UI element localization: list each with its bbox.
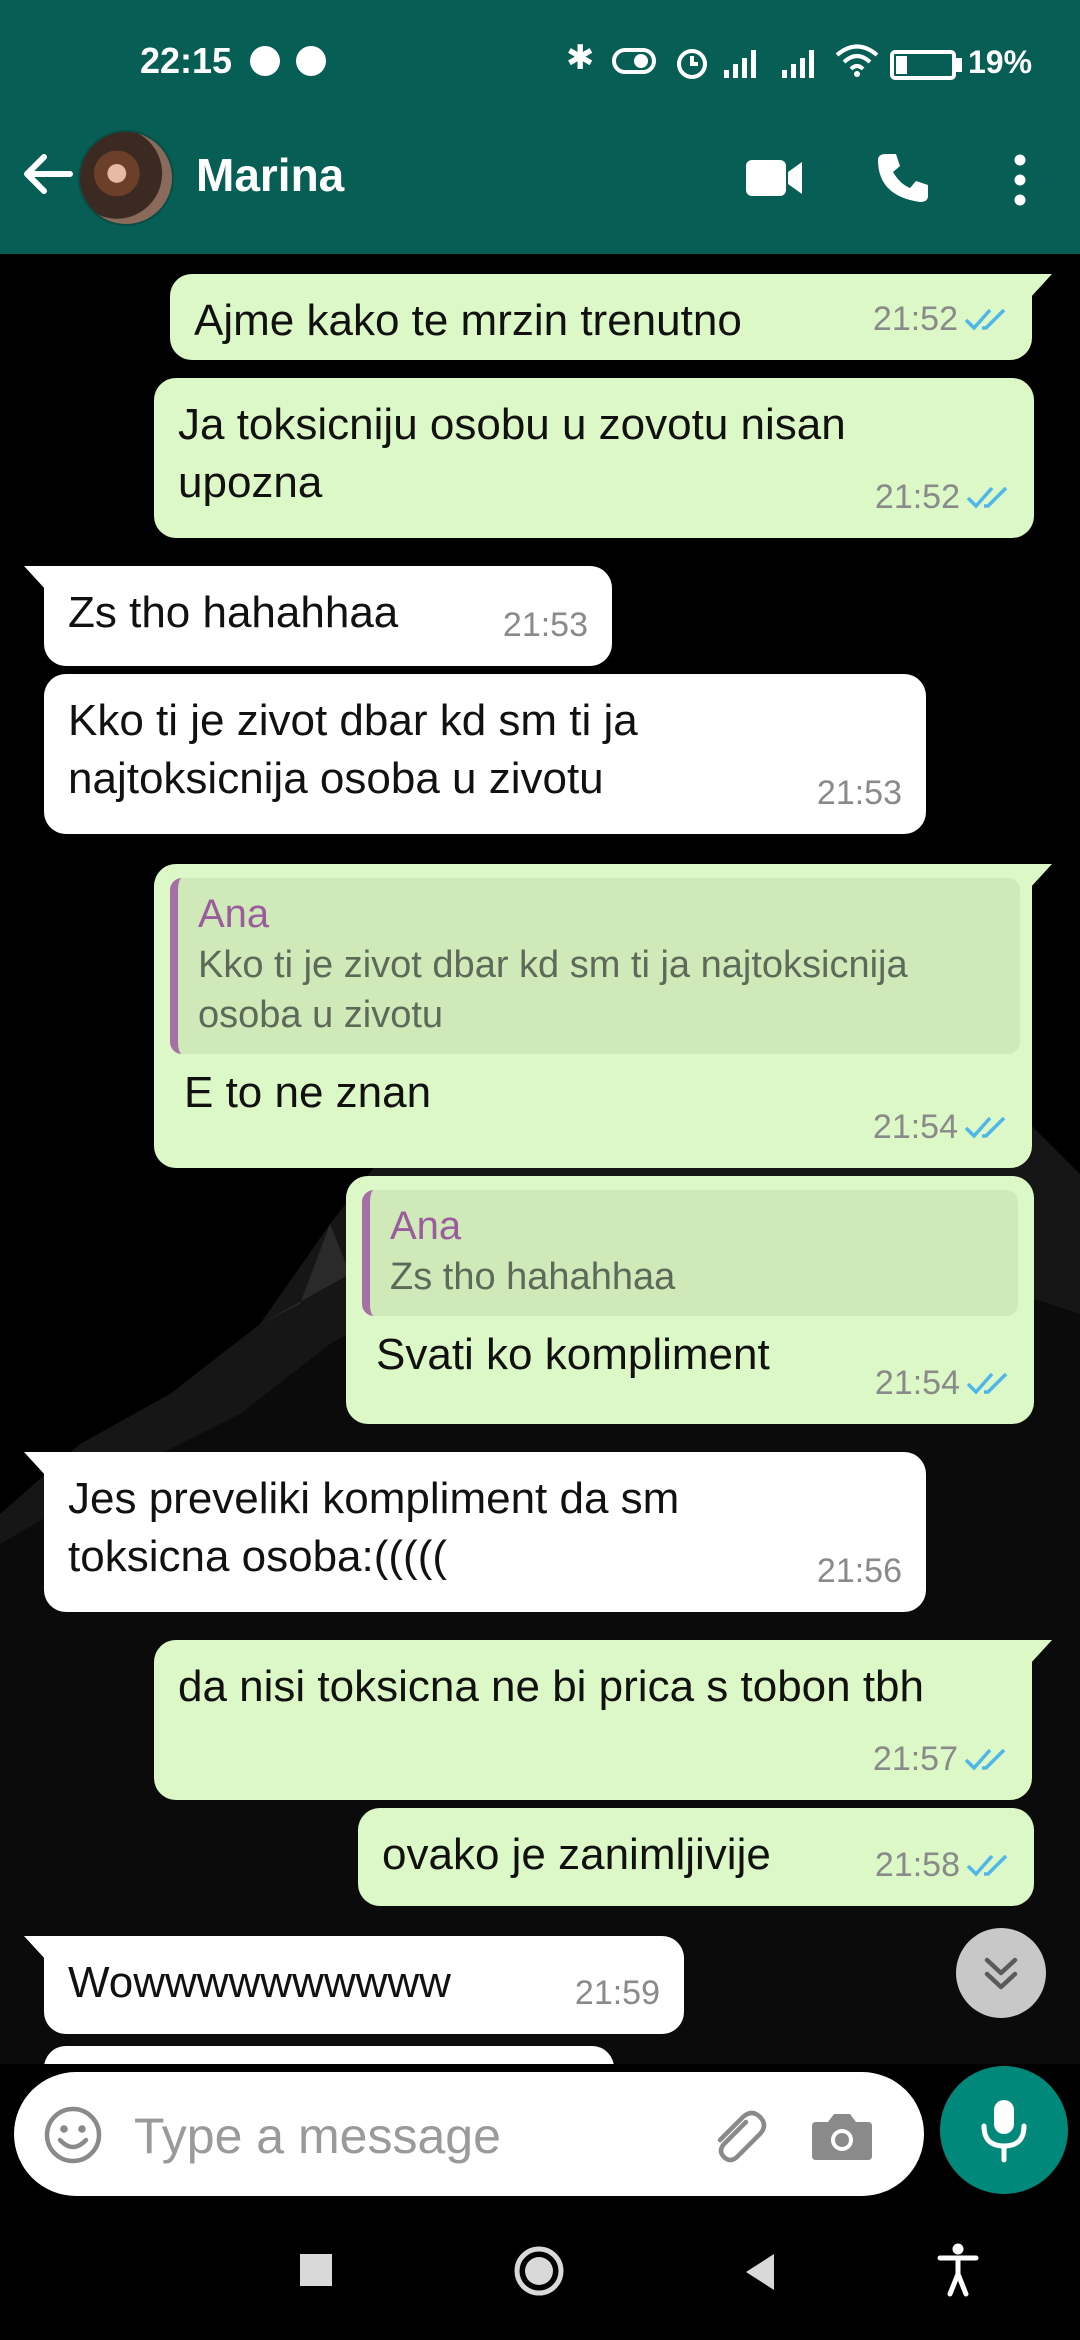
message-time: 21:54 (875, 1354, 1012, 1412)
video-call-icon[interactable] (744, 156, 804, 200)
message-time: 21:52 (875, 468, 1012, 526)
status-bar: 22:15 ✱ 19% (0, 0, 1080, 100)
message-text: da nisi toksicna ne bi prica s tobon tbh (178, 1662, 925, 1711)
avatar[interactable] (78, 130, 174, 226)
message-time: 21:53 (816, 774, 902, 812)
camera-icon[interactable] (810, 2106, 874, 2164)
home-circle-icon[interactable] (512, 2244, 566, 2298)
microphone-icon (981, 2100, 1027, 2163)
message-time: 21:53 (502, 606, 588, 644)
message-time: 21:58 (875, 1836, 1012, 1894)
message-text: Ajme kako te mrzin trenutno (194, 296, 742, 345)
message-bubble-incoming[interactable]: Wowwwwwwwwww 21:59 (24, 1936, 684, 2034)
battery-charging-icon (890, 50, 956, 80)
message-bubble-incoming[interactable]: Zs tho hahahhaa 21:53 (24, 566, 612, 666)
read-ticks-icon (964, 1748, 1006, 1771)
contact-name[interactable]: Marina (196, 148, 344, 202)
message-time: 21:52 (873, 290, 1010, 348)
quoted-message[interactable]: Ana Kko ti je zivot dbar kd sm ti ja naj… (170, 878, 1020, 1054)
read-ticks-icon (966, 486, 1008, 509)
message-bubble-outgoing[interactable]: da nisi toksicna ne bi prica s tobon tbh… (154, 1640, 1052, 1800)
back-arrow-icon[interactable] (18, 144, 78, 204)
message-bubble-outgoing[interactable]: Ajme kako te mrzin trenutno 21:52 (170, 274, 1052, 360)
message-text: Kko ti je zivot dbar kd sm ti ja najtoks… (68, 696, 638, 803)
quote-text: Zs tho hahahhaa (390, 1256, 676, 1298)
message-time: 21:54 (873, 1098, 1010, 1156)
back-triangle-icon[interactable] (740, 2250, 780, 2294)
message-time: 21:57 (873, 1730, 1010, 1788)
message-bubble-incoming[interactable]: Kko ti je zivot dbar kd sm ti ja najtoks… (44, 674, 926, 834)
message-text: Zs tho hahahhaa (68, 588, 399, 637)
quote-author: Ana (198, 892, 270, 936)
status-time: 22:15 (140, 40, 233, 81)
message-input[interactable] (134, 2106, 694, 2166)
message-bubble-outgoing[interactable]: Ana Zs tho hahahhaa Svati ko kompliment … (346, 1176, 1034, 1424)
message-bubble-outgoing[interactable]: Ja toksicniju osobu u zovotu nisan upozn… (154, 378, 1034, 538)
attachment-icon[interactable] (706, 2104, 770, 2168)
double-chevron-down-icon (984, 1957, 1018, 1990)
alarm-icon (677, 49, 707, 79)
message-bubble-outgoing[interactable]: Ana Kko ti je zivot dbar kd sm ti ja naj… (154, 864, 1052, 1168)
voice-message-button[interactable] (940, 2066, 1068, 2194)
wifi-icon (835, 44, 879, 77)
read-ticks-icon (964, 308, 1006, 331)
message-text: ovako je zanimljivije (382, 1830, 771, 1879)
read-ticks-icon (964, 1116, 1006, 1139)
toggle-icon (612, 48, 656, 74)
emoji-icon[interactable] (42, 2104, 104, 2166)
message-bubble-outgoing[interactable]: ovako je zanimljivije 21:58 (358, 1808, 1034, 1906)
bluetooth-icon: ✱ (566, 39, 595, 77)
message-text: Ja toksicniju osobu u zovotu nisan upozn… (178, 400, 846, 507)
battery-percent: 19% (968, 44, 1033, 80)
quote-text: Kko ti je zivot dbar kd sm ti ja najtoks… (198, 944, 908, 1036)
more-vert-icon[interactable] (1000, 150, 1040, 210)
recents-square-icon[interactable] (296, 2250, 336, 2290)
message-text: Jes preveliki kompliment da sm toksicna … (68, 1474, 680, 1581)
messenger-icon (296, 46, 326, 76)
message-composer (14, 2072, 924, 2196)
read-ticks-icon (966, 1372, 1008, 1395)
quote-author: Ana (390, 1204, 462, 1248)
chat-area[interactable]: Ajme kako te mrzin trenutno 21:52 Ja tok… (0, 254, 1080, 2064)
read-ticks-icon (966, 1854, 1008, 1877)
spotify-icon (250, 46, 280, 76)
quoted-message[interactable]: Ana Zs tho hahahhaa (362, 1190, 1018, 1316)
message-time: 21:56 (816, 1552, 902, 1590)
signal-icon (724, 48, 756, 78)
scroll-to-bottom-button[interactable] (956, 1928, 1046, 2018)
message-bubble-incoming[interactable]: Jes preveliki kompliment da sm toksicna … (24, 1452, 926, 1612)
phone-icon[interactable] (874, 150, 930, 206)
message-text: Wowwwwwwwwww (68, 1958, 451, 2007)
signal-icon (782, 48, 814, 78)
system-nav-bar (0, 2210, 1080, 2340)
accessibility-icon[interactable] (936, 2242, 980, 2298)
message-bubble-incoming[interactable] (44, 2046, 614, 2064)
chat-header: Marina (0, 100, 1080, 254)
message-time: 21:59 (574, 1974, 660, 2012)
